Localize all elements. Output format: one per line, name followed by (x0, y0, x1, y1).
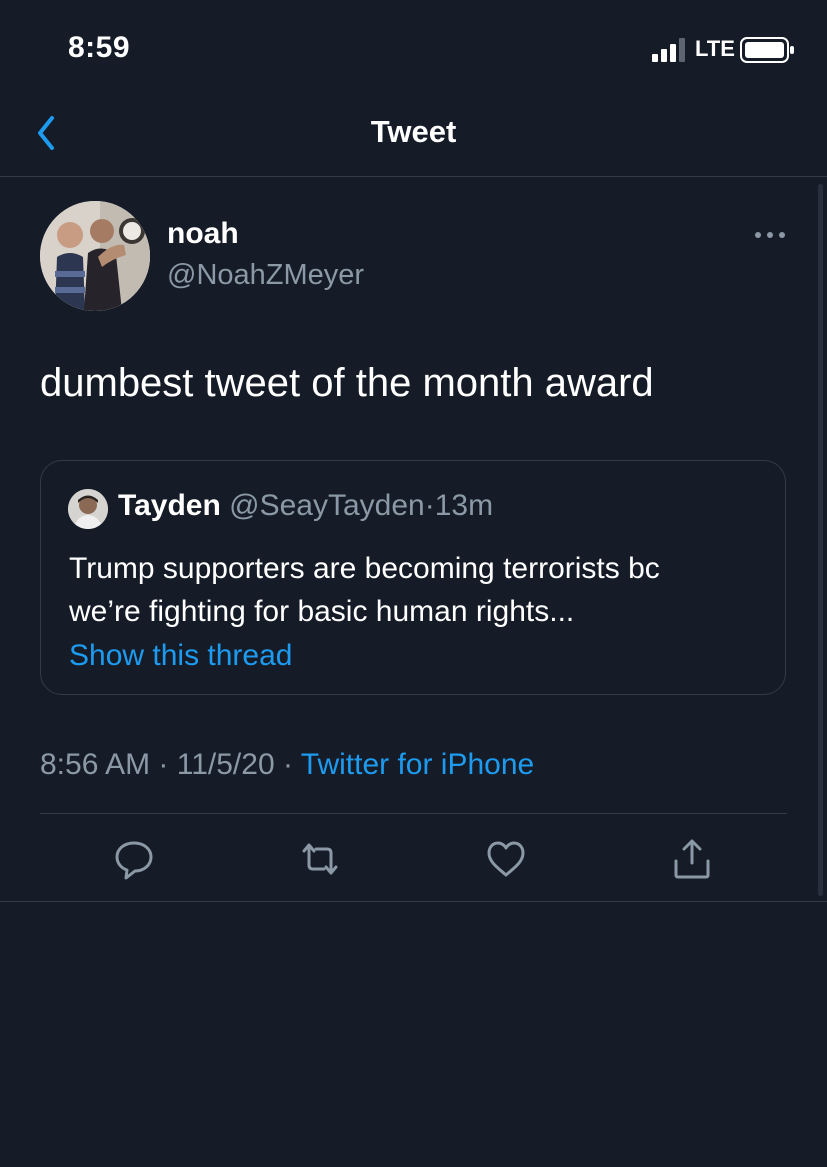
quoted-meta: Tayden @SeayTayden·13m (118, 489, 493, 523)
quoted-text-line: we’re fighting for basic human rights... (69, 595, 575, 628)
network-type: LTE (695, 36, 735, 61)
tweet-timestamp: 8:56 AM · 11/5/20 · Twitter for iPhone (40, 748, 534, 782)
quoted-author-handle: @SeayTayden (229, 489, 425, 522)
author-name[interactable]: noah (167, 217, 239, 251)
battery-icon (740, 37, 794, 63)
meta-separator: · (282, 748, 293, 781)
tweet-date: 11/5/20 (176, 748, 275, 781)
quoted-text: Trump supporters are becoming terrorists… (69, 547, 769, 633)
avatar[interactable] (40, 201, 150, 311)
tweet-time: 8:56 AM (40, 748, 151, 781)
more-horizontal-icon (755, 232, 785, 238)
page-title: Tweet (370, 114, 457, 149)
more-options-button[interactable] (754, 225, 786, 245)
avatar-photo (40, 201, 150, 311)
quoted-text-line: Trump supporters are becoming terrorists… (69, 552, 660, 585)
reply-button[interactable] (112, 837, 156, 881)
show-thread-link[interactable]: Show this thread (69, 639, 292, 673)
author-handle[interactable]: @NoahZMeyer (167, 259, 364, 292)
quoted-author-name: Tayden (118, 489, 221, 522)
share-icon (674, 839, 710, 879)
quoted-avatar (68, 489, 108, 529)
quoted-separator: · (424, 489, 435, 522)
tweet-text: dumbest tweet of the month award (40, 361, 654, 405)
divider (40, 813, 787, 814)
reply-icon (115, 841, 153, 880)
meta-separator: · (158, 748, 169, 781)
action-bar (0, 837, 827, 881)
tweet-detail: noah @NoahZMeyer dumbest tweet of the mo… (0, 177, 827, 902)
like-button[interactable] (484, 837, 528, 881)
retweet-icon (302, 843, 338, 875)
quoted-tweet[interactable]: Tayden @SeayTayden·13m Trump supporters … (40, 460, 786, 695)
nav-header: Tweet (0, 100, 827, 177)
quoted-time: 13m (434, 489, 494, 522)
share-button[interactable] (670, 837, 714, 881)
retweet-button[interactable] (298, 837, 342, 881)
tweet-source-link[interactable]: Twitter for iPhone (301, 748, 534, 781)
heart-icon (487, 841, 525, 877)
status-time: 8:59 (68, 31, 131, 64)
status-bar: 8:59 LTE (0, 0, 827, 100)
signal-bars-icon (652, 38, 685, 62)
quoted-avatar-photo (68, 489, 108, 529)
